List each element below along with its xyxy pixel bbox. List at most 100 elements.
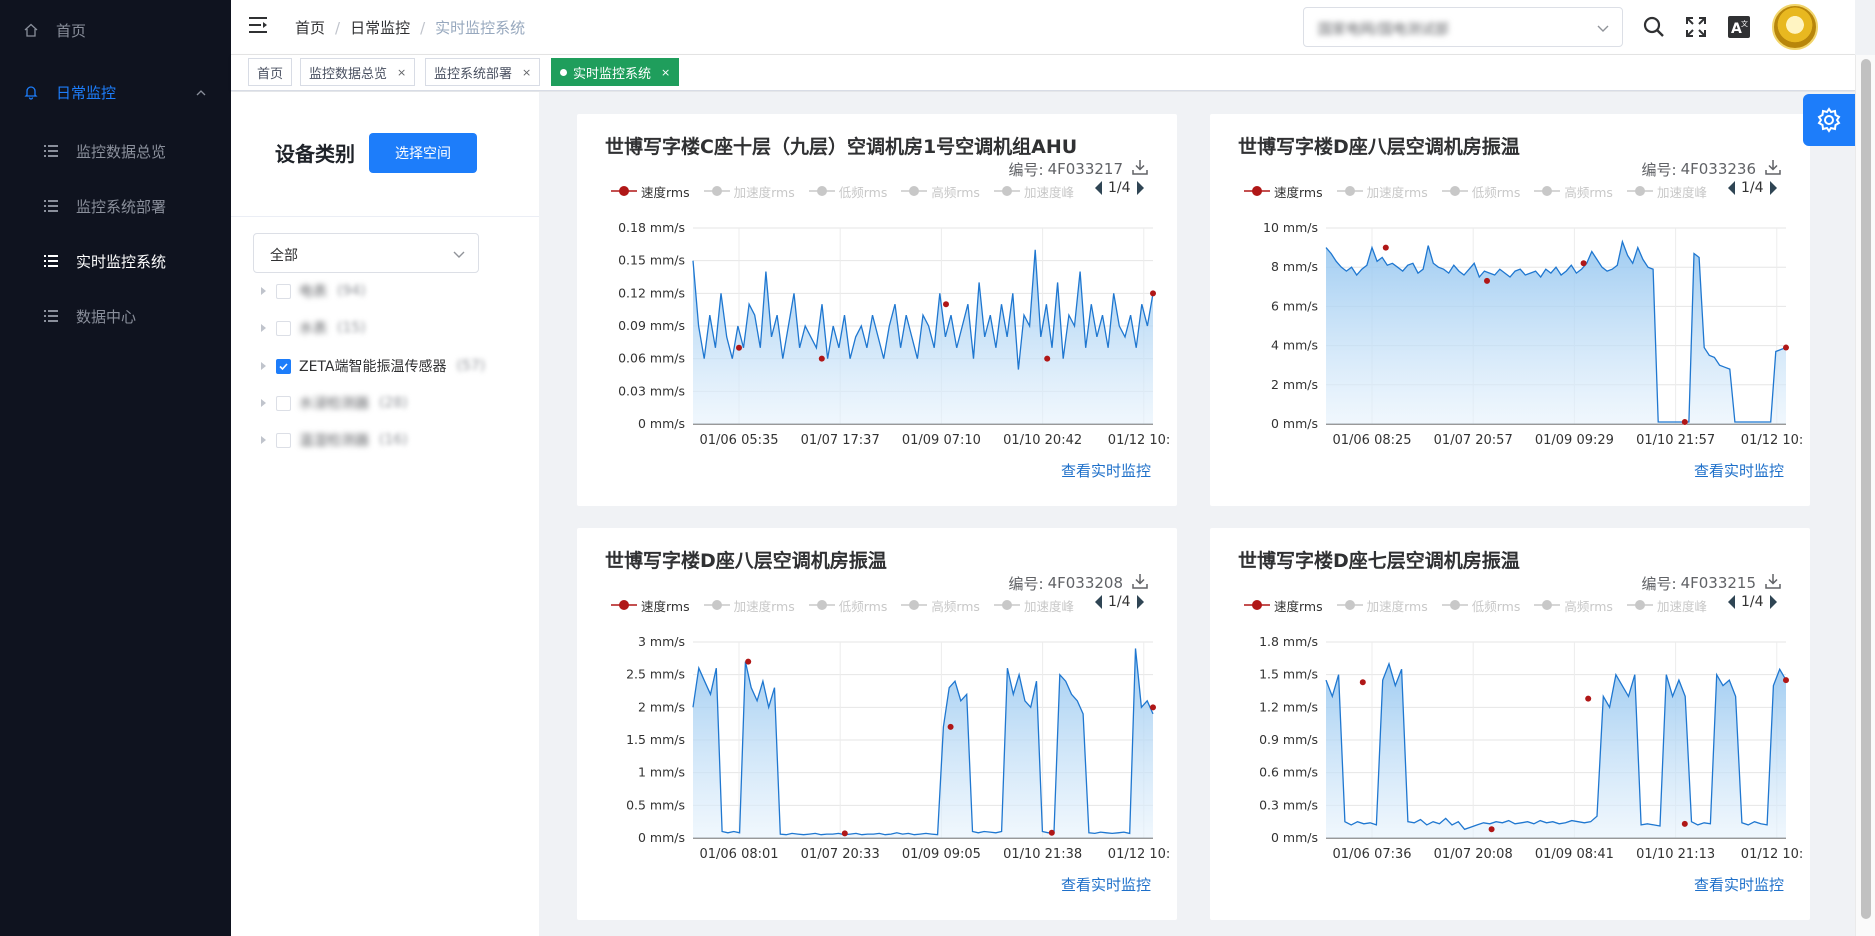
tag-system-deploy[interactable]: 监控系统部署 × [425,58,541,86]
legend-item[interactable]: 高频rms [901,596,980,615]
sidebar-item-realtime-monitor[interactable]: 实时监控系统 [0,238,231,284]
scrollbar-thumb[interactable] [1861,59,1871,919]
caret-right-icon[interactable] [261,362,266,370]
legend-item[interactable]: 加速度峰 [1626,596,1707,615]
close-icon[interactable]: × [661,66,670,79]
legend-item[interactable]: 低频rms [808,182,887,201]
tree-checkbox[interactable] [276,283,291,299]
caret-right-icon[interactable] [1136,595,1144,609]
tree-node[interactable]: 电表 (94) [261,279,366,303]
caret-left-icon[interactable] [1728,181,1735,195]
view-realtime-link[interactable]: 查看实时监控 [1061,460,1151,481]
tree-checkbox[interactable] [276,320,291,336]
data-point-marker[interactable] [1359,679,1366,686]
data-point-marker[interactable] [1044,355,1051,362]
tree-node[interactable]: 水表 (15) [261,316,366,340]
data-point-marker[interactable] [947,723,954,730]
close-icon[interactable]: × [522,66,531,79]
breadcrumb-home[interactable]: 首页 [295,17,325,38]
sidebar-item-daily-monitor[interactable]: 日常监控 [0,69,231,115]
data-point-marker[interactable] [841,830,848,837]
caret-left-icon[interactable] [1728,595,1735,609]
category-select[interactable]: 全部 [253,233,479,273]
data-point-marker[interactable] [1488,826,1495,833]
legend-item[interactable]: 高频rms [1534,182,1613,201]
tree-node[interactable]: ZETA端智能振温传感器 (57) [261,354,485,378]
legend-item[interactable]: 加速度rms [703,182,795,201]
data-point-marker[interactable] [1783,677,1789,684]
caret-right-icon[interactable] [1136,181,1144,195]
legend-item[interactable]: 低频rms [808,596,887,615]
tag-home[interactable]: 首页 [248,58,293,86]
y-tick-label: 2.5 mm/s [626,667,685,682]
fullscreen-icon[interactable] [1682,13,1710,41]
caret-right-icon[interactable] [1769,181,1777,195]
data-point-marker[interactable] [745,658,752,665]
data-point-marker[interactable] [1585,695,1592,702]
tree-node[interactable]: 水浸检测器 (28) [261,391,408,415]
legend-label: 速度rms [641,598,690,614]
view-realtime-link[interactable]: 查看实时监控 [1694,874,1784,895]
caret-right-icon[interactable] [1769,595,1777,609]
data-point-marker[interactable] [1580,260,1587,267]
data-point-marker[interactable] [818,355,825,362]
search-icon[interactable] [1640,13,1668,41]
data-point-marker[interactable] [1048,829,1055,836]
sidebar-item-home[interactable]: 首页 [0,7,231,53]
data-point-marker[interactable] [736,344,742,351]
legend-item[interactable]: 加速度rms [1336,596,1428,615]
tree-checkbox[interactable] [276,395,291,411]
tree-node[interactable]: 温湿检测器 (16) [261,428,408,452]
sidebar-item-system-deploy[interactable]: 监控系统部署 [0,183,231,229]
view-realtime-link[interactable]: 查看实时监控 [1061,874,1151,895]
legend-item[interactable]: 速度rms [611,596,690,615]
legend-item[interactable]: 速度rms [1244,182,1323,201]
translate-icon[interactable]: A文 [1725,13,1753,41]
choose-space-button[interactable]: 选择空间 [369,133,477,173]
view-realtime-link[interactable]: 查看实时监控 [1694,460,1784,481]
legend-item[interactable]: 加速度峰 [993,596,1074,615]
org-select[interactable]: 国家电网/国电测试部 [1303,7,1623,47]
y-tick-label: 0 mm/s [638,416,685,431]
data-point-marker[interactable] [1382,244,1389,251]
legend-item[interactable]: 低频rms [1441,182,1520,201]
data-point-marker[interactable] [1783,344,1789,351]
legend-item[interactable]: 加速度峰 [993,182,1074,201]
legend-item[interactable]: 高频rms [1534,596,1613,615]
caret-right-icon[interactable] [261,324,266,332]
tree-checkbox[interactable] [276,432,291,448]
data-point-marker[interactable] [1681,419,1688,426]
tree-checkbox[interactable] [276,358,291,374]
download-icon[interactable] [1131,572,1149,594]
download-icon[interactable] [1764,158,1782,180]
data-point-marker[interactable] [943,301,949,308]
legend-item[interactable]: 速度rms [611,182,690,201]
legend-item[interactable]: 低频rms [1441,596,1520,615]
settings-button[interactable] [1803,94,1855,146]
sidebar-item-data-center[interactable]: 数据中心 [0,293,231,339]
legend-item[interactable]: 加速度rms [1336,182,1428,201]
caret-left-icon[interactable] [1095,595,1102,609]
legend-item[interactable]: 速度rms [1244,596,1323,615]
avatar[interactable] [1772,4,1818,50]
legend-item[interactable]: 加速度rms [703,596,795,615]
caret-left-icon[interactable] [1095,181,1102,195]
caret-right-icon[interactable] [261,399,266,407]
caret-right-icon[interactable] [261,287,266,295]
download-icon[interactable] [1764,572,1782,594]
sidebar-item-data-overview[interactable]: 监控数据总览 [0,128,231,174]
caret-right-icon[interactable] [261,436,266,444]
download-icon[interactable] [1131,158,1149,180]
scrollbar[interactable] [1855,55,1875,936]
tag-data-overview[interactable]: 监控数据总览 × [300,58,416,86]
data-point-marker[interactable] [1681,820,1688,827]
data-point-marker[interactable] [1484,277,1490,284]
close-icon[interactable]: × [397,66,406,79]
tag-realtime-monitor[interactable]: 实时监控系统 × [551,58,680,86]
legend-item[interactable]: 高频rms [901,182,980,201]
data-point-marker[interactable] [1150,704,1156,711]
data-point-marker[interactable] [1150,290,1156,297]
breadcrumb-daily-monitor[interactable]: 日常监控 [350,17,410,38]
legend-item[interactable]: 加速度峰 [1626,182,1707,201]
menu-toggle-icon[interactable] [249,16,269,38]
